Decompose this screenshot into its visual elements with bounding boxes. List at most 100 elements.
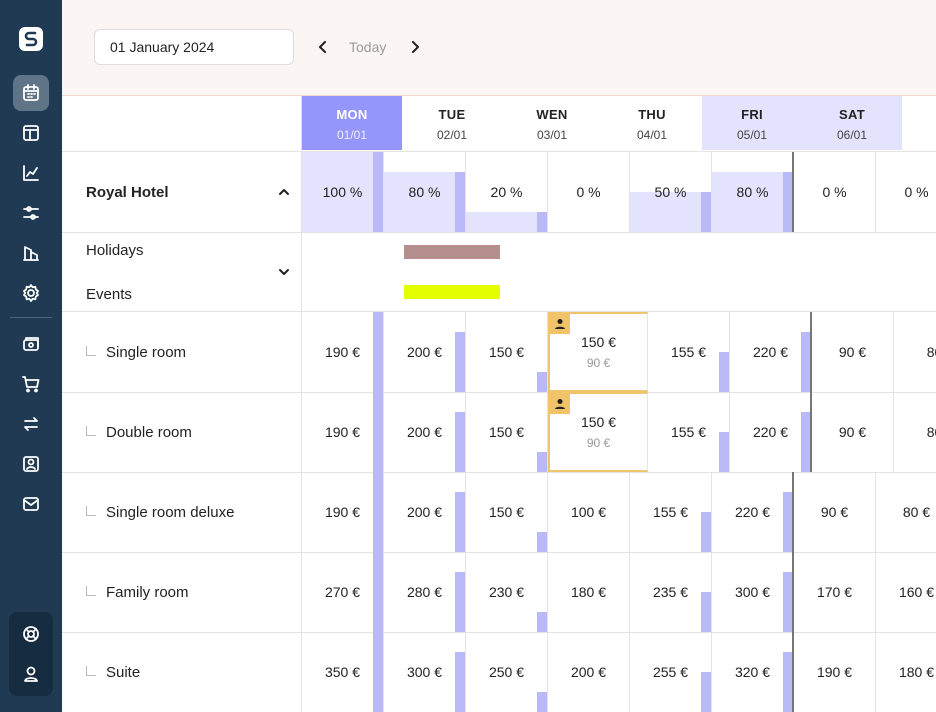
price-value: 90 €	[820, 504, 849, 520]
price-cell[interactable]: 235 €	[630, 552, 712, 632]
price-cell[interactable]: 90 €	[812, 392, 894, 472]
occupancy-cell[interactable]: 20 %	[466, 152, 548, 232]
price-cell[interactable]: 90 €	[794, 472, 876, 552]
holiday-marker[interactable]	[404, 245, 500, 259]
event-marker[interactable]	[404, 285, 500, 299]
price-cell[interactable]: 80	[894, 392, 936, 472]
week-divider	[792, 152, 794, 232]
occupancy-cell[interactable]: 0 %	[548, 152, 630, 232]
building-icon[interactable]	[13, 235, 49, 271]
day-header-thu[interactable]: THU 04/01	[602, 96, 702, 150]
price-cell[interactable]: 80	[894, 312, 936, 392]
price-cell[interactable]: 320 €	[712, 632, 794, 712]
today-button[interactable]: Today	[349, 39, 386, 55]
price-cell[interactable]: 155 €	[630, 472, 712, 552]
chevron-left-icon[interactable]	[313, 37, 333, 57]
price-value: 250 €	[488, 664, 525, 680]
cart-icon[interactable]	[13, 366, 49, 402]
chevron-down-icon[interactable]	[277, 265, 291, 279]
price-cell[interactable]: 230 €	[466, 552, 548, 632]
calendar-icon[interactable]	[13, 75, 49, 111]
price-cell[interactable]: 160 €	[876, 552, 936, 632]
user-icon[interactable]	[13, 656, 49, 692]
price-value: 150 €	[488, 424, 525, 440]
sliders-icon[interactable]	[13, 195, 49, 231]
payments-icon[interactable]	[13, 326, 49, 362]
price-cell[interactable]: 200 €	[384, 312, 466, 392]
sidebar	[0, 0, 62, 712]
occupancy-cell[interactable]: 100 %	[302, 152, 384, 232]
occupancy-cell[interactable]: 80 %	[712, 152, 794, 232]
price-cell[interactable]: 220 €	[712, 472, 794, 552]
price-cell[interactable]: 180 €	[876, 632, 936, 712]
mail-icon[interactable]	[13, 486, 49, 522]
price-cell[interactable]: 190 €	[302, 392, 384, 472]
price-cell[interactable]: 150 €	[466, 392, 548, 472]
price-cell[interactable]: 150 € 90 €	[548, 392, 648, 472]
price-cell[interactable]: 150 € 90 €	[548, 312, 648, 392]
price-cell[interactable]: 280 €	[384, 552, 466, 632]
price-value: 150 €	[580, 414, 617, 430]
week-divider	[792, 632, 794, 712]
day-header-fri[interactable]: FRI 05/01	[702, 96, 802, 150]
price-value: 200 €	[406, 504, 443, 520]
room-name-single-deluxe: Single room deluxe	[106, 504, 235, 521]
date-input[interactable]	[94, 29, 294, 65]
price-cell[interactable]: 150 €	[466, 472, 548, 552]
price-cell[interactable]: 190 €	[302, 312, 384, 392]
price-value: 300 €	[734, 584, 771, 600]
help-icon[interactable]	[13, 616, 49, 652]
price-cell[interactable]: 155 €	[648, 392, 730, 472]
availability-bar	[455, 492, 465, 552]
week-divider	[810, 392, 812, 472]
price-cell[interactable]: 190 €	[794, 632, 876, 712]
occupancy-cell[interactable]: 0 %	[794, 152, 876, 232]
price-value: 235 €	[652, 584, 689, 600]
price-cell[interactable]: 255 €	[630, 632, 712, 712]
price-value: 190 €	[324, 424, 361, 440]
occupancy-cell[interactable]: 0 %	[876, 152, 936, 232]
day-header-tue[interactable]: TUE 02/01	[402, 96, 502, 150]
price-value: 220 €	[734, 504, 771, 520]
price-cell[interactable]: 220 €	[730, 392, 812, 472]
price-cell[interactable]: 190 €	[302, 472, 384, 552]
chevron-right-icon[interactable]	[405, 37, 425, 57]
day-header-wen[interactable]: WEN 03/01	[502, 96, 602, 150]
person-icon[interactable]	[550, 314, 570, 334]
day-header-sat[interactable]: SAT 06/01	[802, 96, 902, 150]
gear-icon[interactable]	[13, 275, 49, 311]
price-cell[interactable]: 200 €	[384, 392, 466, 472]
price-cell[interactable]: 200 €	[548, 632, 630, 712]
layout-icon[interactable]	[13, 115, 49, 151]
price-cell[interactable]: 80 €	[876, 472, 936, 552]
price-cell[interactable]: 250 €	[466, 632, 548, 712]
person-icon[interactable]	[550, 394, 570, 414]
availability-bar	[455, 652, 465, 712]
price-cell[interactable]: 350 €	[302, 632, 384, 712]
price-value: 80 €	[902, 504, 931, 520]
price-cell[interactable]: 270 €	[302, 552, 384, 632]
price-cell[interactable]: 150 €	[466, 312, 548, 392]
contact-icon[interactable]	[13, 446, 49, 482]
chevron-up-icon[interactable]	[277, 185, 291, 199]
day-header-mon[interactable]: MON 01/01	[302, 96, 402, 150]
price-cell[interactable]: 155 €	[648, 312, 730, 392]
price-cell[interactable]: 300 €	[384, 632, 466, 712]
price-cell[interactable]: 90 €	[812, 312, 894, 392]
sub-row-icon	[86, 666, 96, 676]
occupancy-cell[interactable]: 50 %	[630, 152, 712, 232]
occupancy-bar	[455, 172, 465, 232]
price-cell[interactable]: 300 €	[712, 552, 794, 632]
price-cell[interactable]: 220 €	[730, 312, 812, 392]
availability-bar	[537, 692, 547, 712]
sync-icon[interactable]	[13, 406, 49, 442]
week-divider	[810, 312, 812, 392]
logo-icon[interactable]	[19, 27, 43, 51]
price-value: 280 €	[406, 584, 443, 600]
price-cell[interactable]: 200 €	[384, 472, 466, 552]
price-cell[interactable]: 180 €	[548, 552, 630, 632]
occupancy-cell[interactable]: 80 %	[384, 152, 466, 232]
price-cell[interactable]: 100 €	[548, 472, 630, 552]
chart-icon[interactable]	[13, 155, 49, 191]
price-cell[interactable]: 170 €	[794, 552, 876, 632]
